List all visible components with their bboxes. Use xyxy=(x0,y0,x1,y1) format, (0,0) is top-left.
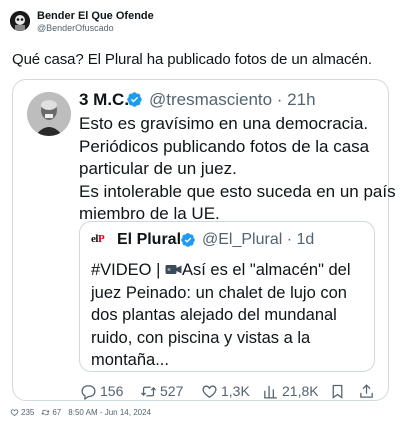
quoted-author-handle[interactable]: @tresmasciento · 21h xyxy=(149,90,316,110)
reply-count: 156 xyxy=(100,383,124,399)
footer-like-count: 235 xyxy=(21,407,35,417)
share-icon xyxy=(360,383,373,398)
bookmark-icon xyxy=(332,384,343,399)
retweet-icon xyxy=(41,409,50,415)
views-button[interactable]: 21,8K xyxy=(262,381,319,401)
views-chart-icon xyxy=(264,385,277,399)
reply-icon xyxy=(81,384,96,400)
author-handle[interactable]: @BenderOfuscado xyxy=(37,23,114,33)
retweet-count: 527 xyxy=(160,383,184,399)
text-line: montaña... xyxy=(91,351,169,369)
portrait-icon xyxy=(27,92,71,136)
avatar-bender[interactable] xyxy=(10,11,30,31)
elplural-logo[interactable]: elP xyxy=(91,233,111,249)
nested-author-handle[interactable]: @El_Plural · 1d xyxy=(202,231,314,249)
text-line: particular de un juez. xyxy=(79,159,237,178)
text-line: Esto es gravísimo en una democracia. xyxy=(79,114,369,133)
hashtag-video[interactable]: #VIDEO | xyxy=(91,261,165,279)
text-line: ruido, con piscina y vistas a la xyxy=(91,328,311,347)
nested-tweet-text: #VIDEO | Así es el "almacén" del juez Pe… xyxy=(91,259,371,372)
reply-button[interactable]: 156 xyxy=(80,381,123,401)
nested-author-name[interactable]: El Plural xyxy=(117,231,181,249)
retweet-button[interactable]: 527 xyxy=(140,381,183,401)
video-camera-icon xyxy=(165,265,182,274)
footer-timestamp: 8:50 AM - Jun 14, 2024 xyxy=(68,407,151,417)
author-name[interactable]: Bender El Que Ofende xyxy=(37,10,154,22)
views-count: 21,8K xyxy=(282,383,319,399)
heart-icon xyxy=(202,385,217,398)
text-line: Periódicos publicando fotos de la casa xyxy=(79,136,370,156)
share-button[interactable] xyxy=(358,381,378,401)
quoted-tweet-text: Esto es gravísimo en una democracia. Per… xyxy=(79,113,396,226)
avatar-3mc[interactable] xyxy=(27,92,71,136)
tweet-text: Qué casa? El Plural ha publicado fotos d… xyxy=(12,51,372,68)
heart-icon xyxy=(10,408,19,416)
retweet-icon xyxy=(140,386,157,396)
verified-badge-icon xyxy=(127,92,142,107)
avatar-face-icon xyxy=(10,11,30,31)
tweet-footer: 235 67 8:50 AM - Jun 14, 2024 xyxy=(10,406,151,418)
text-line: juez Peinado: un chalet de lujo con xyxy=(91,283,347,302)
text-line: dos plantas alejado del mundanal xyxy=(91,306,337,324)
quoted-author-name[interactable]: 3 M.C. xyxy=(79,90,129,110)
like-button[interactable]: 1,3K xyxy=(201,381,250,401)
bookmark-button[interactable] xyxy=(329,381,349,401)
verified-badge-icon xyxy=(181,233,195,247)
text-line: Es intolerable que esto suceda en un paí… xyxy=(79,181,396,201)
like-count: 1,3K xyxy=(221,383,250,399)
footer-retweet-count: 67 xyxy=(52,407,62,417)
text-line: #VIDEO | Así es el "almacén" del xyxy=(91,261,351,279)
